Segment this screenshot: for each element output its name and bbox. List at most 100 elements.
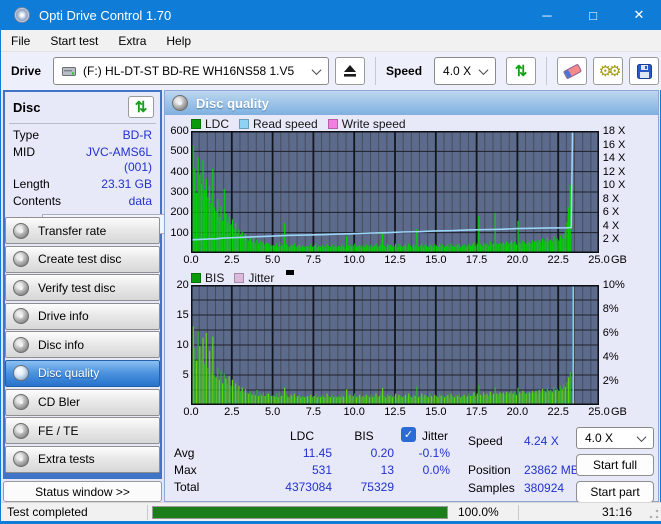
save-button[interactable] [629,57,659,85]
chart1-right-axis: 18 X16 X14 X12 X10 X8 X6 X4 X2 X [599,131,658,253]
disc-type-label: Type [13,128,75,143]
legend-label: LDC [205,117,229,131]
chevron-down-icon [637,432,647,442]
right-tick-label: 14 X [603,152,626,164]
progress-bar [152,506,448,519]
close-button[interactable]: ✕ [616,0,661,30]
minimize-button[interactable]: ─ [524,0,570,30]
test-speed-value: 4.0 X [585,431,638,445]
disc-icon [13,365,29,381]
jitter-checkbox[interactable]: ✓ [401,427,416,442]
speed-select[interactable]: 4.0 X [434,57,496,85]
jitter-column-header: Jitter [422,429,448,443]
test-speed-select[interactable]: 4.0 X [576,427,654,449]
x-tick-label: 0.0 [174,406,208,418]
left-tick-label: 5 [183,369,189,381]
sidebar-item-transfer-rate[interactable]: Transfer rate [5,217,160,244]
x-tick-label: 25.0 [582,406,616,418]
maximize-button[interactable]: □ [570,0,616,30]
disc-contents-value: data [75,194,152,209]
right-tick-label: 6 X [603,206,620,218]
right-tick-label: 4 X [603,220,620,232]
sidebar-item-fe-te[interactable]: FE / TE [5,417,160,444]
refresh-arrows-icon: ⇅ [515,64,528,79]
x-tick-label: 7.5 [296,406,330,418]
sidebar-item-label: Disc info [38,338,84,352]
ldc-column-header: LDC [272,429,332,443]
panel-header: Disc quality [165,91,658,115]
menu-file[interactable]: File [1,30,40,52]
menu-start-test[interactable]: Start test [40,30,108,52]
sidebar-item-label: Create test disc [38,252,121,266]
settings-button[interactable]: ⚙⚙ [593,57,623,85]
sidebar-item-cd-bler[interactable]: CD Bler [5,389,160,416]
left-tick-label: 300 [170,186,188,198]
right-tick-label: 12 X [603,166,626,178]
sidebar-item-disc-quality[interactable]: Disc quality [5,360,160,387]
chart2-x-axis: 0.02.55.07.510.012.515.017.520.022.525.0 [191,405,599,421]
x-tick-label: 10.0 [337,406,371,418]
x-tick-label: 15.0 [419,406,453,418]
right-tick-label: 18 X [603,125,626,137]
x-tick-label: 0.0 [174,254,208,266]
total-ldc: 4373084 [272,480,332,494]
bis-column-header: BIS [334,429,394,443]
disc-type-value: BD-R [75,128,152,143]
resize-grip-icon[interactable] [648,508,660,520]
sidebar-item-label: Extra tests [38,452,95,466]
ldc-swatch [191,119,201,129]
chart2-legend: BISJitter [191,270,658,285]
toolbar-separator [546,57,547,85]
chevron-down-icon [312,65,322,75]
menu-help[interactable]: Help [156,30,201,52]
samples-value: 380924 [524,481,564,495]
max-bis: 13 [334,463,394,477]
divider [9,123,156,124]
x-tick-label: 2.5 [215,406,249,418]
left-tick-label: 15 [176,309,188,321]
drive-icon [62,65,77,77]
left-tick-label: 100 [170,227,188,239]
eject-icon [343,65,357,77]
legend-label: Read speed [253,117,318,131]
erase-disc-button[interactable] [557,57,587,85]
disc-refresh-button[interactable]: ⇅ [128,96,154,118]
bis-swatch [191,273,201,283]
eject-button[interactable] [335,57,365,85]
disc-length-label: Length [13,177,75,192]
disc-quality-panel: Disc quality LDCRead speedWrite speed 60… [164,90,659,502]
menubar: File Start test Extra Help [1,30,661,52]
right-tick-label: 4% [603,351,619,363]
refresh-button[interactable]: ⇅ [506,57,536,85]
right-tick-label: 10% [603,279,625,291]
start-full-button[interactable]: Start full [576,454,654,476]
drive-select[interactable]: (F:) HL-DT-ST BD-RE WH16NS58 1.V5 [53,57,329,85]
read-speed-swatch [239,119,249,129]
avg-ldc: 11.45 [272,446,332,460]
sidebar-item-label: Transfer rate [38,224,106,238]
x-tick-label: 10.0 [337,254,371,266]
right-tick-label: 2% [603,375,619,387]
start-part-button[interactable]: Start part [576,481,654,503]
x-tick-label: 20.0 [500,254,534,266]
chart2-plot [191,285,599,405]
x-tick-label: 7.5 [296,254,330,266]
menu-extra[interactable]: Extra [108,30,156,52]
sidebar-item-extra-tests[interactable]: Extra tests [5,446,160,473]
sidebar-item-create-test-disc[interactable]: Create test disc [5,246,160,273]
status-window-button[interactable]: Status window >> [3,481,162,502]
legend-label: Write speed [342,117,406,131]
sidebar-item-verify-test-disc[interactable]: Verify test disc [5,274,160,301]
sidebar-item-disc-info[interactable]: Disc info [5,331,160,358]
disc-icon [13,223,29,239]
disc-mid-label: MID [13,145,75,175]
x-tick-label: 22.5 [541,254,575,266]
sidebar-item-drive-info[interactable]: Drive info [5,303,160,330]
chart2-left-axis: 2015105 [165,285,191,405]
disc-icon [13,337,29,353]
x-tick-label: 22.5 [541,406,575,418]
left-tick-label: 400 [170,166,188,178]
chart1-left-axis: 600500400300200100 [165,131,191,253]
disc-icon [172,95,188,111]
x-tick-label: 17.5 [460,406,494,418]
